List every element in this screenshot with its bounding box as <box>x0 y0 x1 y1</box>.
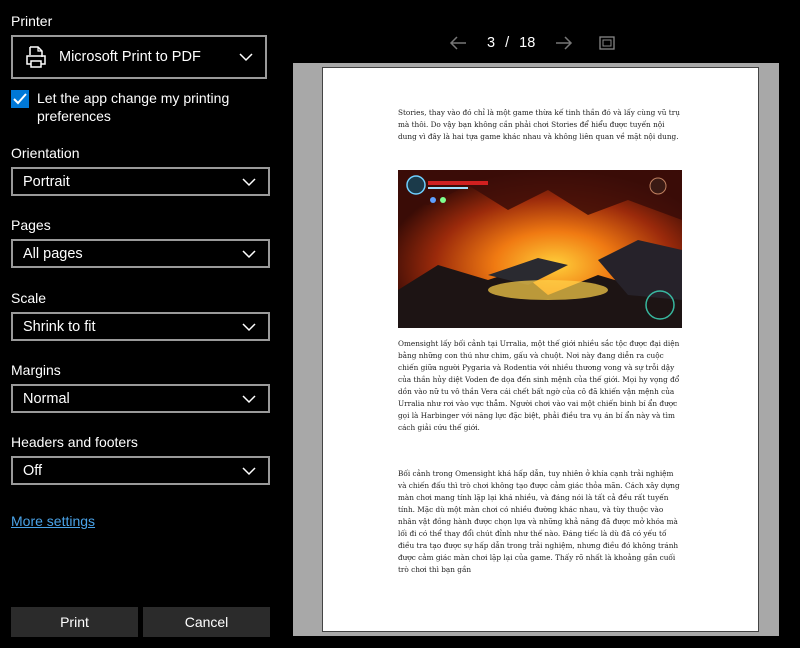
chevron-down-icon <box>239 53 253 62</box>
headers-footers-select[interactable]: Off <box>11 456 270 485</box>
preview-page: Stories, thay vào đó chỉ là một game thừ… <box>322 67 759 632</box>
headers-footers-value: Off <box>23 462 43 479</box>
chevron-down-icon <box>242 322 256 331</box>
printer-label: Printer <box>11 13 53 29</box>
printer-document-icon <box>26 46 46 68</box>
pages-label: Pages <box>11 217 51 233</box>
scale-select[interactable]: Shrink to fit <box>11 312 270 341</box>
page-counter: 3 / 18 <box>487 35 535 51</box>
margins-value: Normal <box>23 390 70 407</box>
printer-select[interactable]: Microsoft Print to PDF <box>11 35 267 79</box>
print-settings-panel: Printer Microsoft Print to PDF Let the a… <box>0 0 281 648</box>
chevron-down-icon <box>242 394 256 403</box>
preview-paragraph-1: Stories, thay vào đó chỉ là một game thừ… <box>398 108 680 141</box>
scale-label: Scale <box>11 290 47 306</box>
pages-value: All pages <box>23 245 83 262</box>
total-pages: 18 <box>519 35 536 51</box>
arrow-left-icon[interactable] <box>449 36 467 50</box>
game-screenshot-image <box>398 170 682 328</box>
margins-select[interactable]: Normal <box>11 384 270 413</box>
orientation-label: Orientation <box>11 145 80 161</box>
checkmark-icon <box>13 93 27 105</box>
fit-page-icon[interactable] <box>599 36 615 50</box>
cancel-button[interactable]: Cancel <box>143 607 270 637</box>
margins-label: Margins <box>11 362 61 378</box>
pages-select[interactable]: All pages <box>11 239 270 268</box>
preview-navigation: 3 / 18 <box>449 33 615 53</box>
preview-area[interactable]: Stories, thay vào đó chỉ là một game thừ… <box>293 63 779 636</box>
print-button[interactable]: Print <box>11 607 138 637</box>
chevron-down-icon <box>242 466 256 475</box>
preferences-checkbox[interactable] <box>11 90 29 108</box>
scale-value: Shrink to fit <box>23 318 96 335</box>
headers-footers-label: Headers and footers <box>11 434 138 450</box>
arrow-right-icon[interactable] <box>555 36 573 50</box>
print-preview-panel: 3 / 18 Stories, thay vào đó chỉ là một g… <box>281 0 800 648</box>
orientation-value: Portrait <box>23 173 70 190</box>
current-page: 3 <box>487 35 496 51</box>
orientation-select[interactable]: Portrait <box>11 167 270 196</box>
preview-paragraph-3: Bối cảnh trong Omensight khá hấp dẫn, tu… <box>398 469 680 574</box>
preferences-checkbox-row[interactable]: Let the app change my printing preferenc… <box>11 89 257 125</box>
chevron-down-icon <box>242 249 256 258</box>
preview-paragraph-2: Omensight lấy bối cảnh tại Urralia, một … <box>398 339 680 432</box>
printer-name: Microsoft Print to PDF <box>59 49 201 65</box>
chevron-down-icon <box>242 177 256 186</box>
page-separator: / <box>505 35 510 51</box>
preferences-checkbox-label: Let the app change my printing preferenc… <box>37 90 230 124</box>
more-settings-link[interactable]: More settings <box>11 513 95 529</box>
